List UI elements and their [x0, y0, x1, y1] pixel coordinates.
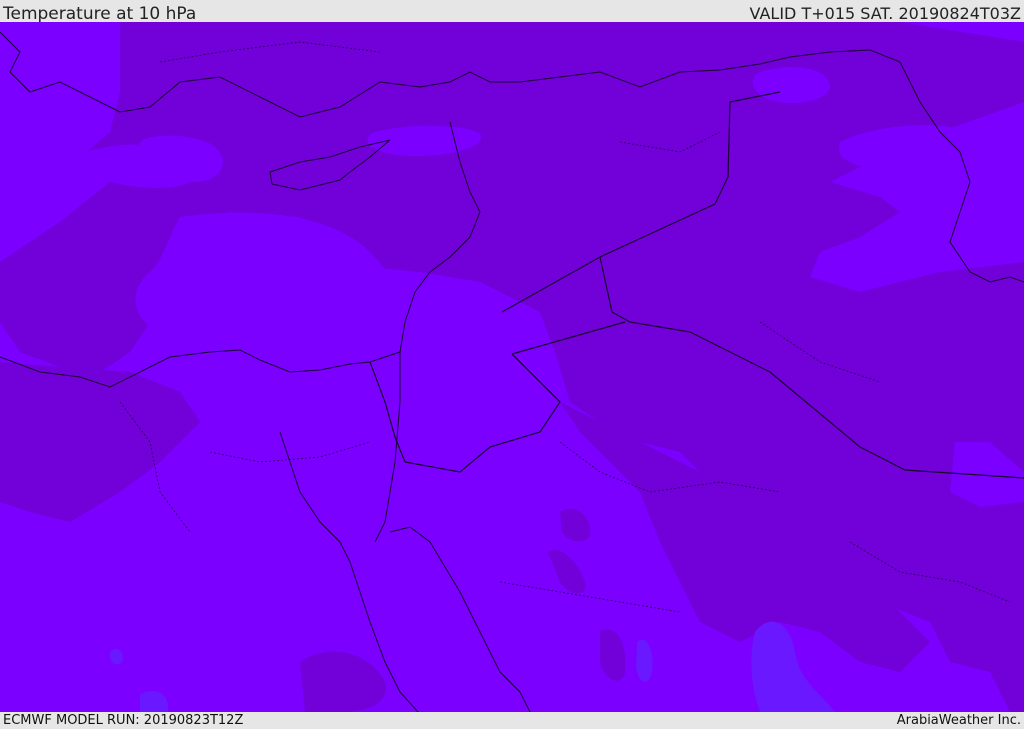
model-run: ECMWF MODEL RUN: 20190823T12Z [3, 713, 244, 728]
footer-bar: ECMWF MODEL RUN: 20190823T12Z ArabiaWeat… [0, 712, 1024, 729]
credit-text: ArabiaWeather Inc. [896, 713, 1021, 728]
weather-map[interactable] [0, 22, 1024, 712]
header-bar: Temperature at 10 hPa VALID T+015 SAT. 2… [0, 0, 1024, 24]
map-title: Temperature at 10 hPa [3, 4, 197, 24]
valid-time: VALID T+015 SAT. 20190824T03Z [749, 4, 1021, 23]
map-canvas [0, 22, 1024, 712]
